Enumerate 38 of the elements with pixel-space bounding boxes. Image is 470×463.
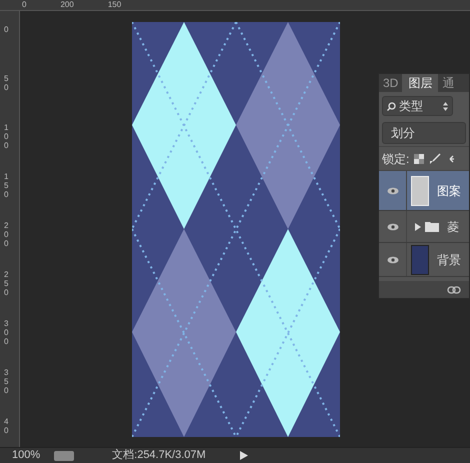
layer-row[interactable]: 图案 (379, 171, 469, 211)
layer-row[interactable]: 菱 (379, 211, 469, 243)
expand-icon[interactable] (415, 222, 421, 230)
eye-icon[interactable] (386, 222, 398, 230)
search-icon (387, 102, 396, 110)
ruler-label: 200 (4, 221, 10, 248)
filter-dropdown[interactable]: 类型 (382, 96, 453, 116)
ruler-label: 150 (4, 172, 10, 199)
panel-tab[interactable]: 通 (438, 74, 458, 92)
ruler-label: 250 (4, 270, 10, 297)
ruler-label: 300 (4, 319, 10, 346)
link-icon[interactable] (447, 286, 461, 294)
lock-label: 锁定: (382, 150, 410, 168)
eye-icon[interactable] (386, 186, 398, 194)
status-icon[interactable] (54, 450, 74, 460)
ruler-label: 100 (4, 123, 10, 150)
layer-name: 菱 (447, 218, 459, 236)
document-size: 文档:254.7K/3.07M (112, 448, 206, 463)
ruler-label: 50 (4, 74, 10, 94)
ruler-label: 200 (60, 0, 74, 10)
panel-tab[interactable]: 图层 (402, 74, 438, 92)
eye-icon[interactable] (386, 256, 398, 264)
play-icon[interactable] (240, 451, 248, 460)
brush-icon[interactable] (429, 152, 442, 164)
blend-mode-dropdown[interactable]: 划分 (382, 122, 466, 144)
layer-name: 背景 (437, 252, 461, 268)
updown-icon (443, 102, 448, 110)
layer-name: 图案 (437, 182, 461, 200)
ruler-label: 350 (4, 368, 10, 395)
zoom-level: 100% (12, 448, 40, 463)
ruler-label: 40 (4, 417, 10, 437)
ruler-label: 0 (4, 25, 10, 36)
panel-tab[interactable]: 3D (379, 74, 402, 92)
ruler-label: 150 (108, 0, 122, 10)
ruler-label: 0 (22, 0, 26, 10)
layer-row[interactable]: 背景 (379, 243, 469, 277)
folder-icon (425, 221, 439, 232)
checker-lock-icon[interactable] (414, 154, 424, 164)
